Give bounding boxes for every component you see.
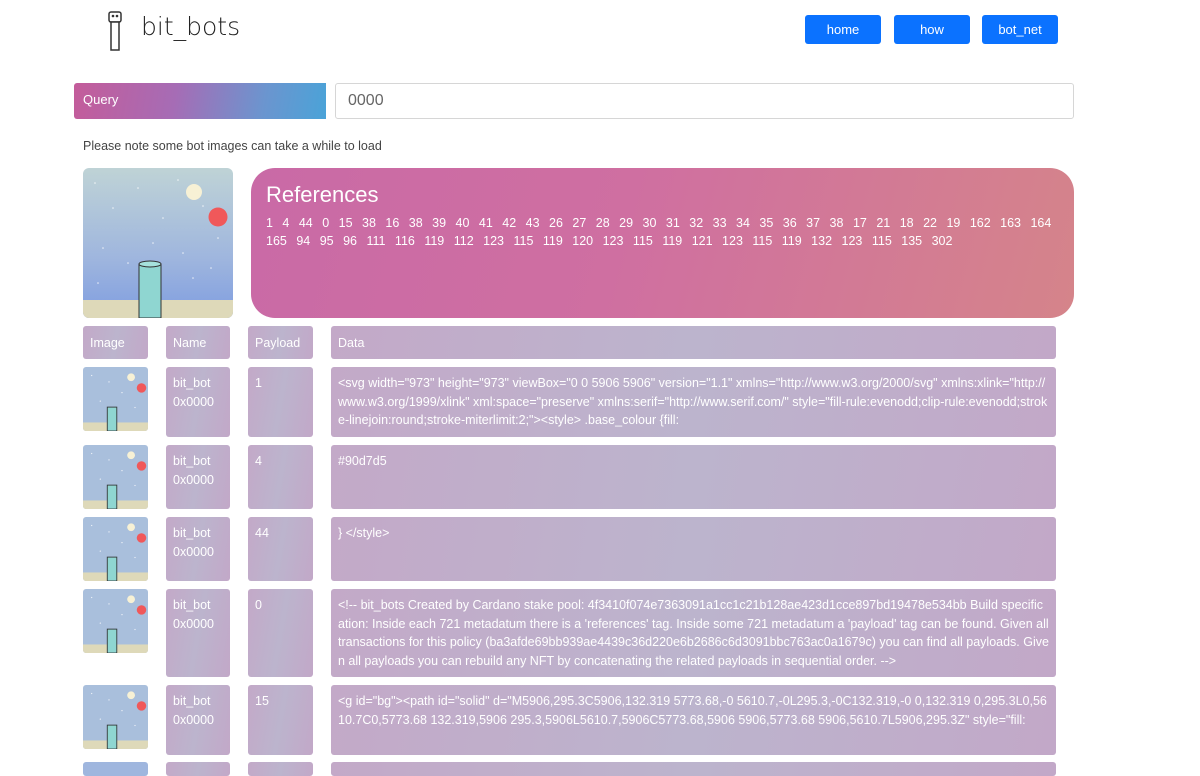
bot-thumbnail-image <box>83 517 148 581</box>
table-row-partial <box>166 762 230 776</box>
row-payload: 4 <box>248 445 313 509</box>
brand-title: bit_bots <box>141 12 241 41</box>
row-name: bit_bot 0x0000 <box>166 445 230 509</box>
table-row-partial <box>331 762 1056 776</box>
table-row-partial <box>248 762 313 776</box>
row-name: bit_bot 0x0000 <box>166 517 230 581</box>
query-input[interactable] <box>335 83 1074 119</box>
row-image <box>83 367 148 431</box>
bot-thumbnail-image <box>83 685 148 749</box>
row-image <box>83 517 148 581</box>
row-payload: 15 <box>248 685 313 755</box>
row-payload: 1 <box>248 367 313 437</box>
column-header-image: Image <box>83 326 148 359</box>
column-header-name: Name <box>166 326 230 359</box>
row-data: #90d7d5 <box>331 445 1056 509</box>
bot-image <box>83 168 233 318</box>
row-image <box>83 685 148 749</box>
references-title: References <box>266 182 379 207</box>
row-image <box>83 589 148 653</box>
row-data: <!-- bit_bots Created by Cardano stake p… <box>331 589 1056 677</box>
bit-bot-logo-icon <box>108 11 122 51</box>
row-image <box>83 445 148 509</box>
column-header-data: Data <box>331 326 1056 359</box>
row-payload: 44 <box>248 517 313 581</box>
references-panel: References 1 4 44 0 15 38 16 38 39 40 41… <box>251 168 1074 318</box>
column-header-payload: Payload <box>248 326 313 359</box>
loading-note: Please note some bot images can take a w… <box>83 139 382 153</box>
row-payload: 0 <box>248 589 313 677</box>
row-name: bit_bot 0x0000 <box>166 367 230 437</box>
nav-home-button[interactable]: home <box>805 15 881 44</box>
nav-bot-net-button[interactable]: bot_net <box>982 15 1058 44</box>
row-data: } </style> <box>331 517 1056 581</box>
row-name: bit_bot 0x0000 <box>166 685 230 755</box>
query-label: Query <box>74 83 326 119</box>
row-data: <svg width="973" height="973" viewBox="0… <box>331 367 1056 437</box>
table-row-partial <box>83 762 148 776</box>
bot-thumbnail-image <box>83 445 148 509</box>
bot-thumbnail-image <box>83 589 148 653</box>
bot-thumbnail-image <box>83 367 148 431</box>
row-data: <g id="bg"><path id="solid" d="M5906,295… <box>331 685 1056 755</box>
row-name: bit_bot 0x0000 <box>166 589 230 677</box>
nav-how-button[interactable]: how <box>894 15 970 44</box>
references-numbers: 1 4 44 0 15 38 16 38 39 40 41 42 43 26 2… <box>266 216 1052 248</box>
